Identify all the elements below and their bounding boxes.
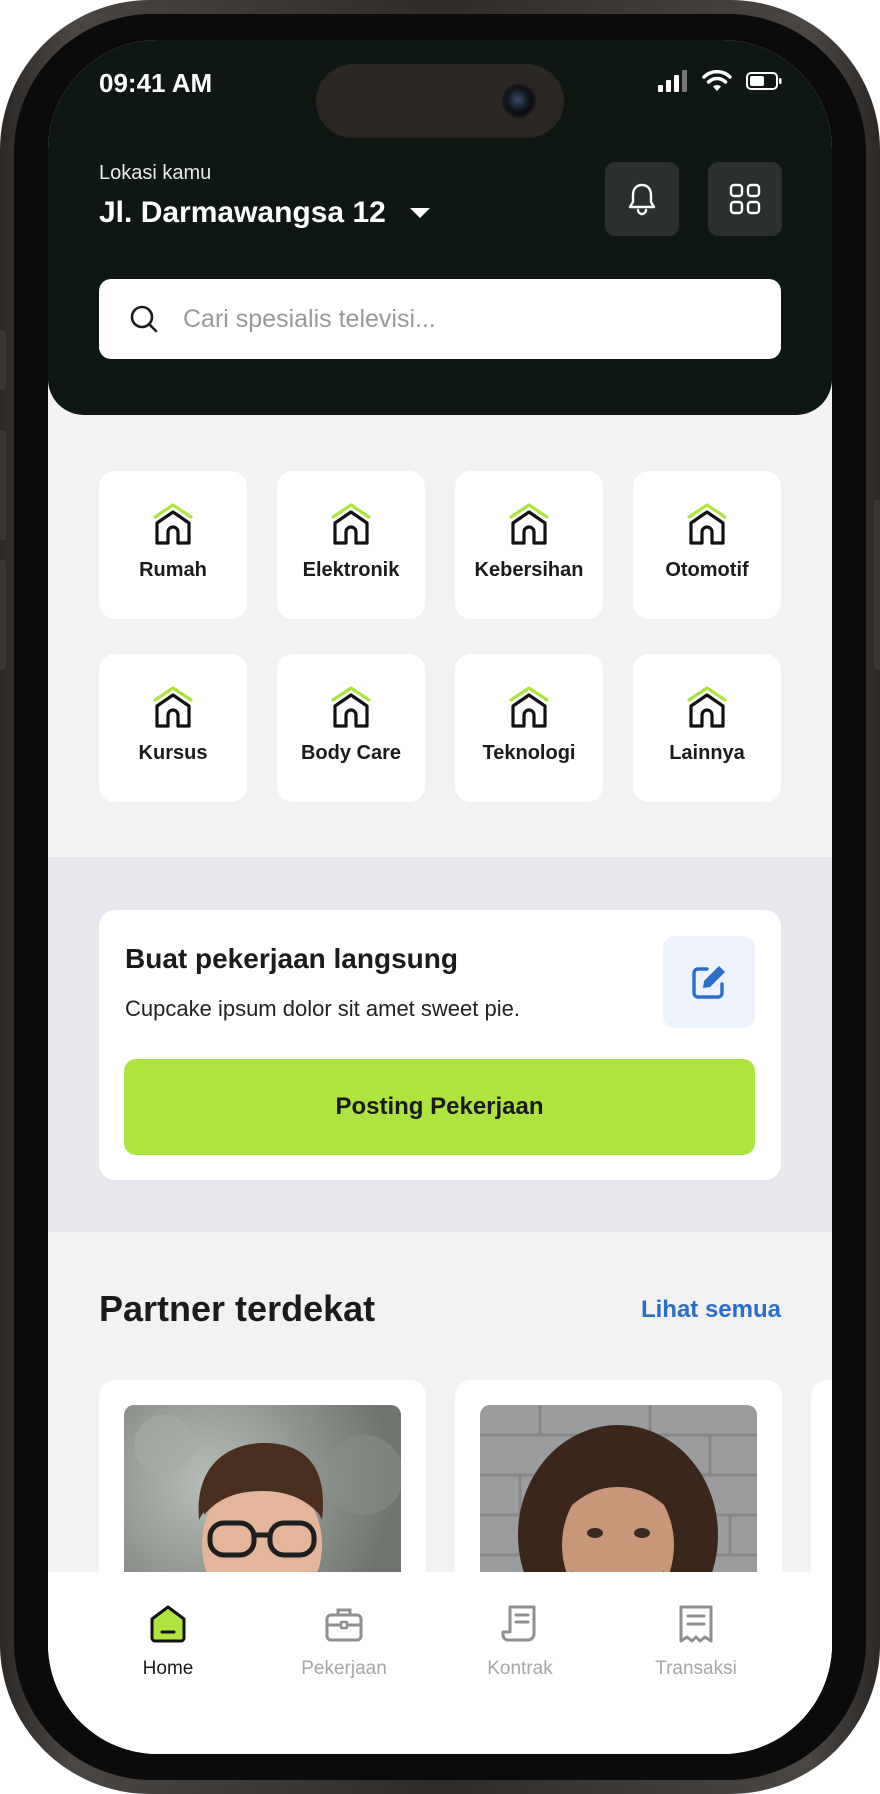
nav-pekerjaan[interactable]: Pekerjaan bbox=[256, 1572, 432, 1692]
nav-label: Kontrak bbox=[487, 1658, 553, 1679]
job-card: Buat pekerjaan langsung Cupcake ipsum do… bbox=[99, 910, 781, 1180]
partners-title: Partner terdekat bbox=[99, 1288, 376, 1329]
wifi-icon bbox=[702, 70, 732, 91]
category-label: Kebersihan bbox=[474, 559, 584, 581]
house-icon bbox=[687, 503, 727, 545]
phone-frame: 09:41 AM Lokasi kamu Jl. Darmawangsa 12 … bbox=[0, 0, 880, 1794]
header: 09:41 AM Lokasi kamu Jl. Darmawangsa 12 … bbox=[48, 40, 832, 415]
volume-down-button bbox=[0, 560, 6, 670]
category-label: Body Care bbox=[300, 742, 402, 764]
edit-button[interactable] bbox=[663, 936, 755, 1028]
bell-icon bbox=[628, 183, 656, 216]
dynamic-island bbox=[316, 64, 564, 138]
briefcase-icon bbox=[325, 1608, 363, 1642]
battery-icon bbox=[746, 72, 782, 90]
search-input[interactable] bbox=[181, 303, 725, 335]
search-bar[interactable] bbox=[99, 279, 781, 359]
job-card-subtitle: Cupcake ipsum dolor sit amet sweet pie. bbox=[125, 996, 520, 1021]
category-label: Rumah bbox=[139, 559, 207, 581]
nav-label: Home bbox=[142, 1658, 194, 1679]
category-label: Teknologi bbox=[482, 742, 576, 764]
category-label: Kursus bbox=[138, 742, 208, 764]
edit-icon bbox=[692, 966, 725, 999]
category-lainnya[interactable]: Lainnya bbox=[633, 654, 781, 802]
location-value: Jl. Darmawangsa 12 bbox=[99, 196, 386, 229]
grid-icon bbox=[729, 183, 761, 215]
nav-label: Pekerjaan bbox=[301, 1658, 387, 1679]
location-selector[interactable]: Jl. Darmawangsa 12 bbox=[99, 196, 430, 230]
post-job-button[interactable]: Posting Pekerjaan bbox=[124, 1059, 755, 1155]
receipt-icon bbox=[679, 1605, 713, 1643]
app-screen: 09:41 AM Lokasi kamu Jl. Darmawangsa 12 … bbox=[48, 40, 832, 1754]
signal-icon bbox=[658, 70, 687, 92]
house-icon bbox=[153, 503, 193, 545]
notification-button[interactable] bbox=[605, 162, 679, 236]
category-label: Elektronik bbox=[302, 559, 400, 581]
category-body-care[interactable]: Body Care bbox=[277, 654, 425, 802]
contract-icon bbox=[501, 1605, 536, 1642]
bottom-nav: Home Pekerjaan Kontrak Transaksi bbox=[48, 1572, 832, 1754]
category-elektronik[interactable]: Elektronik bbox=[277, 471, 425, 619]
category-otomotif[interactable]: Otomotif bbox=[633, 471, 781, 619]
power-button bbox=[874, 500, 880, 670]
house-icon bbox=[509, 686, 549, 728]
home-icon bbox=[150, 1605, 186, 1643]
nav-kontrak[interactable]: Kontrak bbox=[432, 1572, 608, 1692]
menu-grid-button[interactable] bbox=[708, 162, 782, 236]
category-rumah[interactable]: Rumah bbox=[99, 471, 247, 619]
chevron-down-icon bbox=[409, 208, 430, 218]
search-icon bbox=[130, 305, 158, 333]
volume-up-button bbox=[0, 430, 6, 540]
house-icon bbox=[331, 686, 371, 728]
nav-transaksi[interactable]: Transaksi bbox=[608, 1572, 784, 1692]
category-kursus[interactable]: Kursus bbox=[99, 654, 247, 802]
nav-label: Transaksi bbox=[655, 1658, 737, 1679]
status-time: 09:41 AM bbox=[99, 68, 213, 98]
see-all-link[interactable]: Lihat semua bbox=[641, 1296, 781, 1324]
house-icon bbox=[331, 503, 371, 545]
category-label: Lainnya bbox=[669, 742, 745, 764]
job-card-title: Buat pekerjaan langsung bbox=[125, 943, 458, 974]
status-icons bbox=[658, 70, 782, 92]
house-icon bbox=[509, 503, 549, 545]
house-icon bbox=[153, 686, 193, 728]
category-kebersihan[interactable]: Kebersihan bbox=[455, 471, 603, 619]
nav-home[interactable]: Home bbox=[80, 1572, 256, 1692]
category-teknologi[interactable]: Teknologi bbox=[455, 654, 603, 802]
camera-icon bbox=[502, 84, 536, 118]
mute-switch bbox=[0, 330, 6, 390]
category-label: Otomotif bbox=[665, 559, 749, 581]
location-label: Lokasi kamu bbox=[99, 162, 212, 184]
house-icon bbox=[687, 686, 727, 728]
